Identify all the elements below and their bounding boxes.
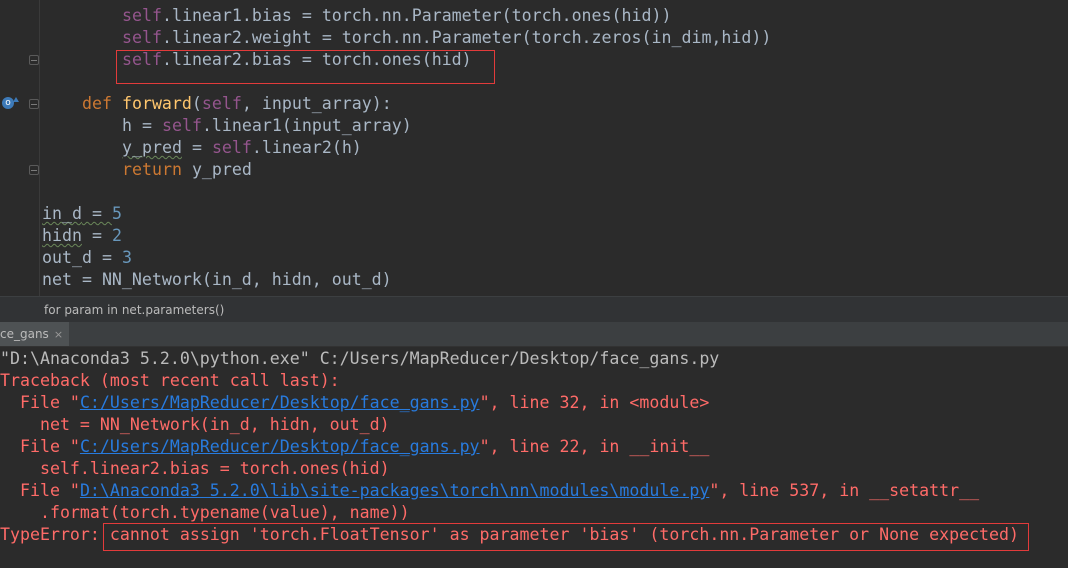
code-line: y_pred = self.linear2(h) — [122, 138, 362, 157]
run-tab[interactable]: ce_gans × — [0, 322, 70, 346]
traceback-frame: File "D:\Anaconda3 5.2.0\lib\site-packag… — [0, 481, 980, 500]
code-line: self.linear2.weight = torch.nn.Parameter… — [122, 28, 772, 47]
breadcrumb-hint: for param in net.parameters() — [44, 303, 225, 317]
breadcrumb-hint-bar: for param in net.parameters() — [0, 296, 1068, 322]
fold-marker[interactable] — [29, 165, 39, 175]
file-link[interactable]: C:/Users/MapReducer/Desktop/face_gans.py — [80, 437, 480, 456]
traceback-frame: File "C:/Users/MapReducer/Desktop/face_g… — [0, 393, 710, 412]
fold-marker[interactable] — [29, 99, 39, 109]
traceback-code: net = NN_Network(in_d, hidn, out_d) — [0, 415, 390, 434]
highlight-box-error — [103, 523, 1029, 551]
traceback-code: .format(torch.typename(value), name)) — [0, 503, 410, 522]
code-line: in_d = 5 — [42, 204, 122, 223]
highlight-box-code — [116, 50, 495, 84]
run-tab-bar: ce_gans × — [0, 322, 1068, 347]
run-tab-label: ce_gans — [0, 327, 49, 341]
traceback-frame: File "C:/Users/MapReducer/Desktop/face_g… — [0, 437, 710, 456]
run-console[interactable]: "D:\Anaconda3 5.2.0\python.exe" C:/Users… — [0, 347, 1068, 568]
code-line: hidn = 2 — [42, 226, 122, 245]
code-line: return y_pred — [122, 160, 252, 179]
file-link[interactable]: C:/Users/MapReducer/Desktop/face_gans.py — [80, 393, 480, 412]
code-line: def forward(self, input_array): — [82, 94, 392, 113]
gutter-divider — [39, 0, 40, 296]
close-icon[interactable]: × — [54, 328, 63, 341]
code-line: out_d = 3 — [42, 248, 132, 267]
code-editor[interactable]: o self.linear1.bias = torch.nn.Parameter… — [0, 0, 1068, 296]
console-command: "D:\Anaconda3 5.2.0\python.exe" C:/Users… — [0, 349, 720, 368]
code-line: net = NN_Network(in_d, hidn, out_d) — [42, 270, 392, 289]
code-line: self.linear1.bias = torch.nn.Parameter(t… — [122, 6, 672, 25]
override-method-icon[interactable]: o — [2, 97, 19, 109]
error-type: TypeError: — [0, 525, 110, 544]
fold-marker[interactable] — [29, 55, 39, 65]
traceback-code: self.linear2.bias = torch.ones(hid) — [0, 459, 390, 478]
code-line: h = self.linear1(input_array) — [122, 116, 412, 135]
traceback-header: Traceback (most recent call last): — [0, 371, 340, 390]
file-link[interactable]: D:\Anaconda3 5.2.0\lib\site-packages\tor… — [80, 481, 709, 500]
